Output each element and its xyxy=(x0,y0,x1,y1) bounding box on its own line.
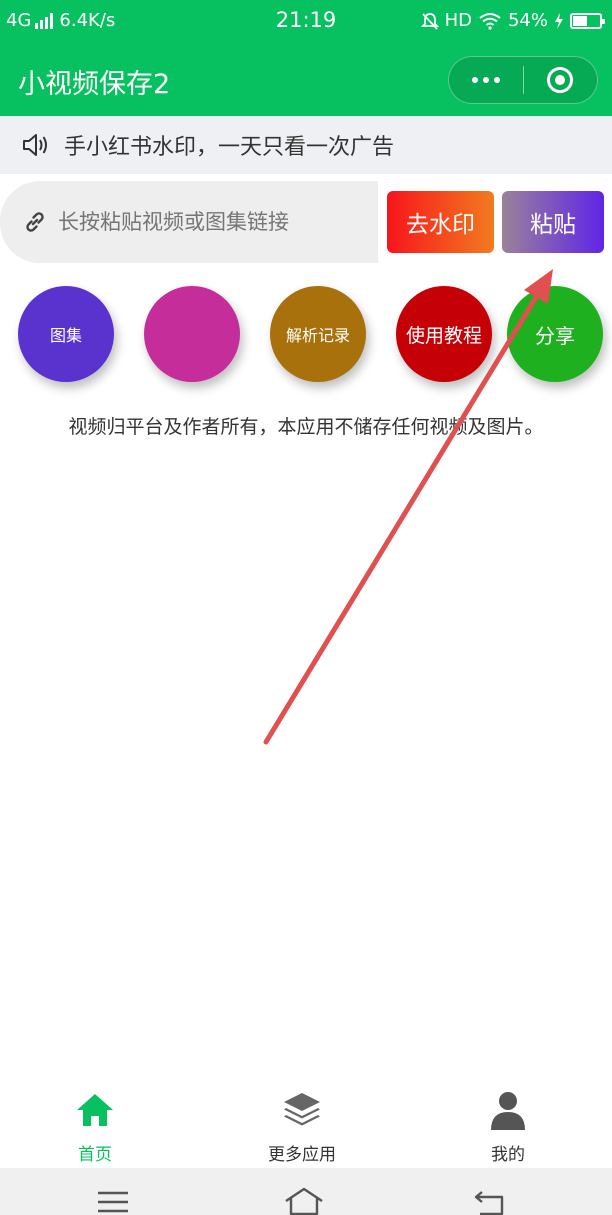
more-options-button[interactable] xyxy=(449,57,523,103)
notice-text: 手小红书水印，一天只看一次广告 xyxy=(64,135,395,160)
link-input[interactable] xyxy=(58,210,358,234)
battery-fill xyxy=(573,15,588,26)
bottom-tabbar: 首页 更多应用 我的 xyxy=(0,1080,612,1168)
system-nav-bar xyxy=(0,1168,612,1215)
miniprogram-capsule xyxy=(448,56,598,104)
mute-bell-icon xyxy=(420,12,439,30)
share-button[interactable]: 分享 xyxy=(507,286,603,382)
status-right: HD 54% xyxy=(420,10,605,31)
parse-history-button[interactable]: 解析记录 xyxy=(270,286,366,382)
link-icon xyxy=(26,212,44,232)
back-icon[interactable] xyxy=(474,1186,508,1215)
user-icon xyxy=(491,1092,525,1130)
hd-badge: HD xyxy=(444,10,472,31)
tutorial-button[interactable]: 使用教程 xyxy=(396,286,492,382)
battery-percent: 54% xyxy=(507,10,548,31)
status-bar: 4G 6.4K/s 21:19 HD 54% xyxy=(0,0,612,44)
layers-icon xyxy=(284,1093,320,1126)
menu-icon[interactable] xyxy=(96,1186,130,1215)
disclaimer-text: 视频归平台及作者所有，本应用不储存任何视频及图片。 xyxy=(68,416,544,438)
wifi-icon xyxy=(479,12,501,30)
speaker-icon xyxy=(23,134,47,156)
app-header: 小视频保存2 xyxy=(0,44,612,116)
page-title: 小视频保存2 xyxy=(18,69,171,100)
gallery-button[interactable]: 图集 xyxy=(18,286,114,382)
tab-mine[interactable]: 我的 xyxy=(438,1090,578,1165)
unlabeled-circle-button[interactable] xyxy=(144,286,240,382)
remove-watermark-button[interactable]: 去水印 xyxy=(387,191,494,253)
paste-button[interactable]: 粘贴 xyxy=(502,191,604,253)
battery-icon xyxy=(570,12,605,29)
tab-more-apps-label: 更多应用 xyxy=(268,1145,336,1165)
tab-home-label: 首页 xyxy=(78,1145,112,1165)
notice-bar: 手小红书水印，一天只看一次广告 xyxy=(0,116,612,174)
tab-home[interactable]: 首页 xyxy=(25,1090,165,1165)
tab-mine-label: 我的 xyxy=(491,1145,525,1165)
home-icon xyxy=(77,1094,113,1126)
charging-icon xyxy=(555,12,563,29)
close-miniprogram-button[interactable] xyxy=(524,57,598,103)
tab-more-apps[interactable]: 更多应用 xyxy=(232,1090,372,1165)
link-input-container xyxy=(0,181,378,263)
more-dots-icon xyxy=(471,77,500,83)
target-circle-icon xyxy=(547,67,574,93)
home-nav-icon[interactable] xyxy=(284,1186,324,1215)
